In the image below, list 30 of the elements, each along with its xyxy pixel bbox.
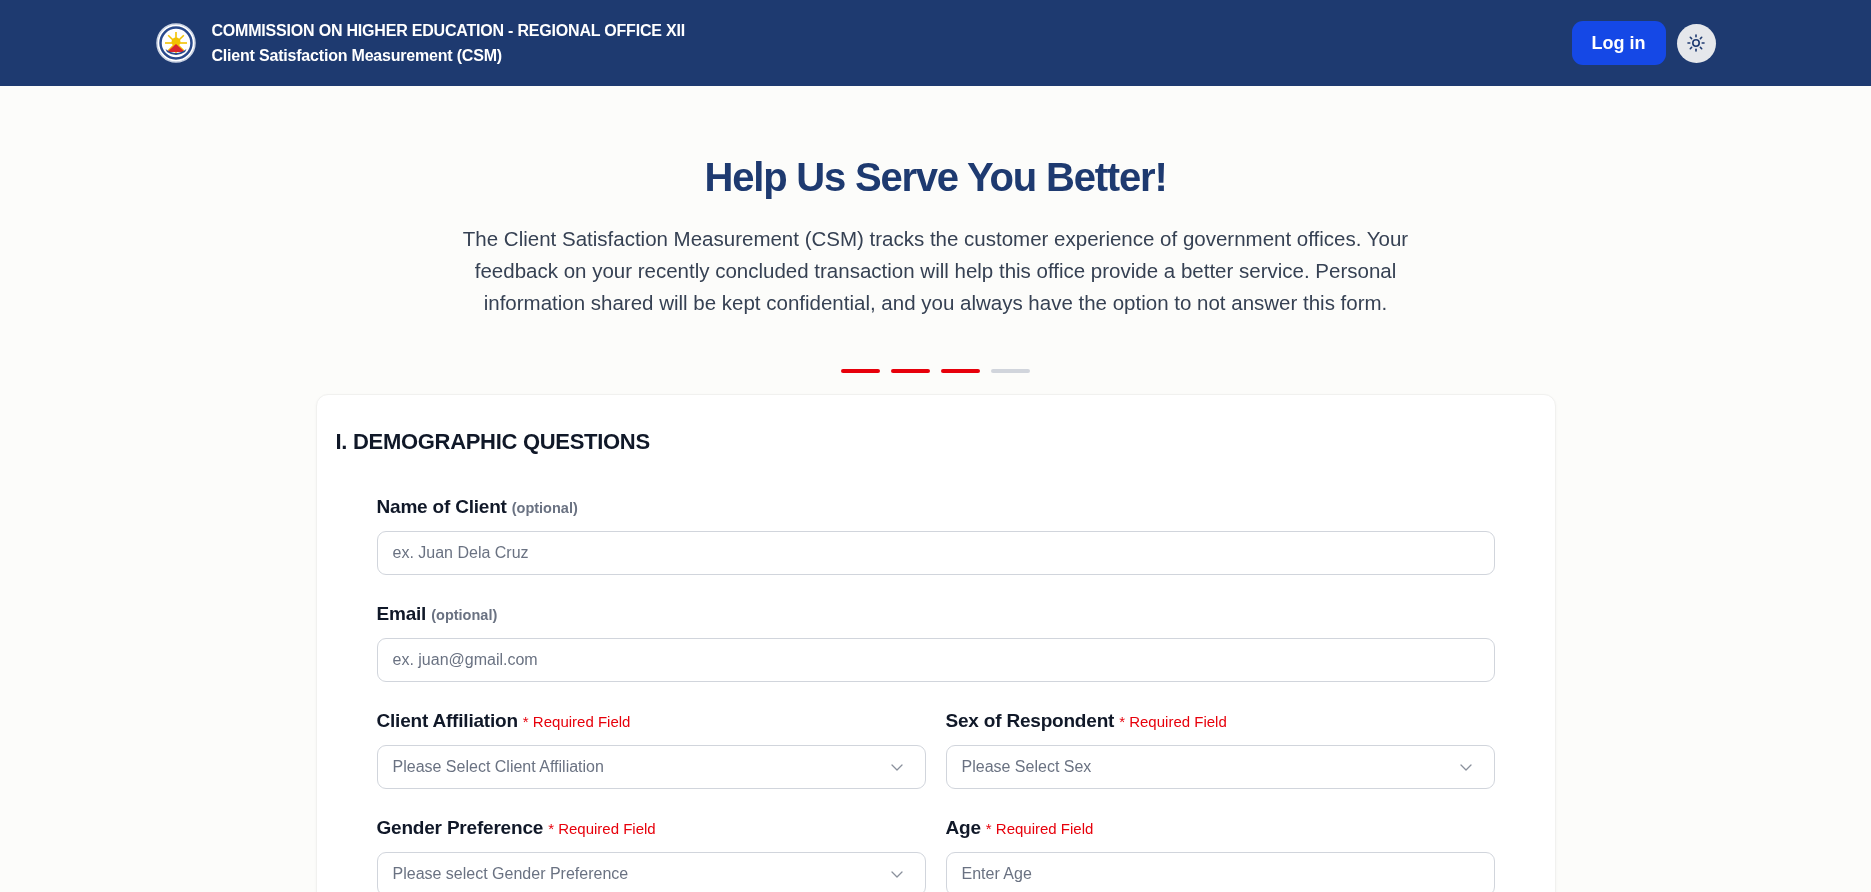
optional-note: (optional) [431,606,498,625]
required-note: * Required Field [1119,712,1227,732]
input-field[interactable]: ex. juan@gmail.com [376,638,1495,682]
theme-toggle-button[interactable] [1676,23,1716,63]
login-button[interactable]: Log in [1571,21,1666,65]
field-label: Name of Client [376,495,507,519]
optional-note: (optional) [511,499,578,518]
required-note: * Required Field [985,819,1094,839]
field-label: Sex of Respondent [945,709,1115,733]
site-subtitle: Client Satisfaction Measurement (CSM) [211,45,503,66]
section-title: I. DEMOGRAPHIC QUESTIONS [335,428,651,456]
required-note: * Required Field [522,712,631,732]
dropdown[interactable]: Please select Gender Preference [376,852,926,892]
field-label: Gender Preference [376,816,544,840]
chevron-down-icon [1459,763,1472,771]
dropdown[interactable]: Please Select Sex [945,745,1495,789]
field-label: Age [945,816,981,840]
seal-logo [155,23,196,63]
chevron-down-icon [890,763,903,771]
page-heading: Help Us Serve You Better! [704,154,1167,201]
chevron-down-icon [890,870,903,878]
input-field[interactable]: ex. Juan Dela Cruz [376,531,1495,575]
site-title: COMMISSION ON HIGHER EDUCATION - REGIONAL OFFICE XII [211,20,685,41]
field-label: Client Affiliation [376,709,518,733]
sun-icon [1687,34,1705,52]
required-note: * Required Field [548,819,656,839]
input-field[interactable]: Enter Age [945,852,1495,892]
field-label: Email [376,602,427,626]
intro-text: The Client Satisfaction Measurement (CSM) tracks the customer experience of government offices. Your feedback on your recently concluded transaction will help this office provide a better service. Personal information shared will be kept confidential, and you always have the option to not answer this form. [461,226,1410,316]
dropdown[interactable]: Please Select Client Affiliation [376,745,926,789]
